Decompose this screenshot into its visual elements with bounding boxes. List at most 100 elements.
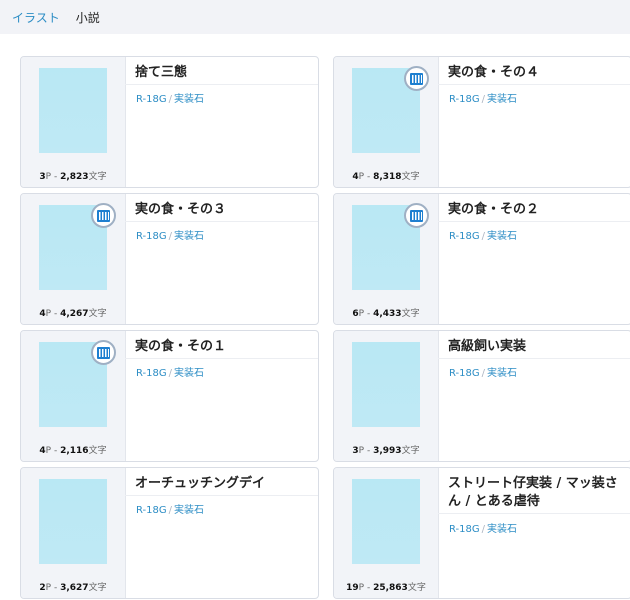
- book-series-icon: [410, 73, 423, 85]
- title-divider: [438, 221, 630, 222]
- book-series-icon: [410, 210, 423, 222]
- char-count: 4,433: [373, 309, 402, 319]
- tag-link[interactable]: R-18G: [449, 524, 480, 535]
- cover-panel: 4P - 4,267文字: [21, 194, 126, 324]
- char-count: 8,318: [373, 172, 402, 182]
- novel-card[interactable]: 3P - 2,823文字 捨て三態 R-18G / 実装石: [20, 56, 319, 188]
- cover-thumbnail[interactable]: [352, 342, 420, 427]
- book-series-icon: [97, 210, 110, 222]
- stats-separator: -: [364, 172, 374, 182]
- work-title[interactable]: 実の食・その４: [448, 64, 624, 82]
- tag-link[interactable]: 実装石: [174, 231, 204, 242]
- char-unit: 文字: [401, 309, 420, 319]
- tag-separator: /: [481, 94, 485, 105]
- title-divider: [125, 358, 318, 359]
- char-unit: 文字: [407, 583, 426, 593]
- tag-link[interactable]: 実装石: [487, 94, 517, 105]
- tab-illust[interactable]: イラスト: [12, 9, 60, 26]
- tag-link[interactable]: 実装石: [174, 94, 204, 105]
- tag-list: R-18G / 実装石: [136, 364, 204, 379]
- tag-list: R-18G / 実装石: [449, 520, 517, 535]
- work-stats: 19P - 25,863文字: [334, 580, 438, 593]
- tag-link[interactable]: 実装石: [487, 368, 517, 379]
- work-title[interactable]: 捨て三態: [135, 64, 311, 82]
- char-count: 2,116: [60, 446, 89, 456]
- tag-link[interactable]: R-18G: [449, 94, 480, 105]
- stats-separator: -: [51, 446, 61, 456]
- work-title[interactable]: 実の食・その３: [135, 201, 311, 219]
- char-count: 4,267: [60, 309, 89, 319]
- book-series-icon: [97, 347, 110, 359]
- title-divider: [125, 495, 318, 496]
- tag-link[interactable]: R-18G: [136, 368, 167, 379]
- work-stats: 4P - 8,318文字: [334, 169, 438, 182]
- tag-link[interactable]: 実装石: [487, 524, 517, 535]
- title-divider: [438, 513, 630, 514]
- char-count: 3,627: [60, 583, 89, 593]
- tag-separator: /: [168, 231, 172, 242]
- novel-card[interactable]: 4P - 4,267文字 実の食・その３ R-18G / 実装石: [20, 193, 319, 325]
- tag-link[interactable]: R-18G: [449, 368, 480, 379]
- cover-panel: 6P - 4,433文字: [334, 194, 439, 324]
- tag-separator: /: [168, 368, 172, 379]
- novel-card[interactable]: 2P - 3,627文字 オーチュッチングデイ R-18G / 実装石: [20, 467, 319, 599]
- tag-link[interactable]: R-18G: [136, 94, 167, 105]
- cover-panel: 3P - 3,993文字: [334, 331, 439, 461]
- work-title[interactable]: 高級飼い実装: [448, 338, 624, 356]
- title-divider: [438, 84, 630, 85]
- title-divider: [125, 84, 318, 85]
- cover-panel: 4P - 2,116文字: [21, 331, 126, 461]
- cover-panel: 3P - 2,823文字: [21, 57, 126, 187]
- cover-thumbnail[interactable]: [39, 68, 107, 153]
- work-stats: 2P - 3,627文字: [21, 580, 125, 593]
- series-badge-icon: [91, 203, 116, 228]
- work-title[interactable]: ストリート仔実装 / マッ装さん / とある虐待: [448, 475, 624, 511]
- cover-thumbnail[interactable]: [352, 479, 420, 564]
- work-title[interactable]: 実の食・その１: [135, 338, 311, 356]
- novel-card[interactable]: 4P - 8,318文字 実の食・その４ R-18G / 実装石: [333, 56, 630, 188]
- page-count: 19: [346, 583, 359, 593]
- work-stats: 4P - 4,267文字: [21, 306, 125, 319]
- tag-list: R-18G / 実装石: [449, 227, 517, 242]
- tag-link[interactable]: R-18G: [449, 231, 480, 242]
- tag-list: R-18G / 実装石: [449, 90, 517, 105]
- stats-separator: -: [51, 172, 61, 182]
- cover-panel: 2P - 3,627文字: [21, 468, 126, 598]
- novel-card[interactable]: 19P - 25,863文字 ストリート仔実装 / マッ装さん / とある虐待 R-…: [333, 467, 630, 599]
- stats-separator: -: [364, 309, 374, 319]
- tag-separator: /: [481, 368, 485, 379]
- work-title[interactable]: 実の食・その２: [448, 201, 624, 219]
- char-count: 3,993: [373, 446, 402, 456]
- top-nav-bar: イラスト 小説: [0, 0, 630, 34]
- stats-separator: -: [364, 583, 374, 593]
- tag-separator: /: [168, 505, 172, 516]
- work-stats: 4P - 2,116文字: [21, 443, 125, 456]
- tag-link[interactable]: 実装石: [174, 368, 204, 379]
- tag-separator: /: [481, 524, 485, 535]
- tag-list: R-18G / 実装石: [136, 227, 204, 242]
- tag-link[interactable]: R-18G: [136, 505, 167, 516]
- tag-link[interactable]: 実装石: [487, 231, 517, 242]
- char-unit: 文字: [88, 446, 107, 456]
- char-unit: 文字: [401, 446, 420, 456]
- work-type-tabs: イラスト 小説: [12, 9, 100, 26]
- work-stats: 3P - 2,823文字: [21, 169, 125, 182]
- work-stats: 3P - 3,993文字: [334, 443, 438, 456]
- novel-card[interactable]: 4P - 2,116文字 実の食・その１ R-18G / 実装石: [20, 330, 319, 462]
- tag-list: R-18G / 実装石: [136, 90, 204, 105]
- title-divider: [438, 358, 630, 359]
- work-title[interactable]: オーチュッチングデイ: [135, 475, 311, 493]
- tag-link[interactable]: 実装石: [174, 505, 204, 516]
- work-stats: 6P - 4,433文字: [334, 306, 438, 319]
- char-unit: 文字: [88, 309, 107, 319]
- series-badge-icon: [91, 340, 116, 365]
- tab-novel[interactable]: 小説: [76, 9, 100, 26]
- char-unit: 文字: [401, 172, 420, 182]
- tag-list: R-18G / 実装石: [136, 501, 204, 516]
- cover-thumbnail[interactable]: [39, 479, 107, 564]
- stats-separator: -: [51, 583, 61, 593]
- cover-panel: 19P - 25,863文字: [334, 468, 439, 598]
- novel-card[interactable]: 6P - 4,433文字 実の食・その２ R-18G / 実装石: [333, 193, 630, 325]
- novel-card[interactable]: 3P - 3,993文字 高級飼い実装 R-18G / 実装石: [333, 330, 630, 462]
- tag-link[interactable]: R-18G: [136, 231, 167, 242]
